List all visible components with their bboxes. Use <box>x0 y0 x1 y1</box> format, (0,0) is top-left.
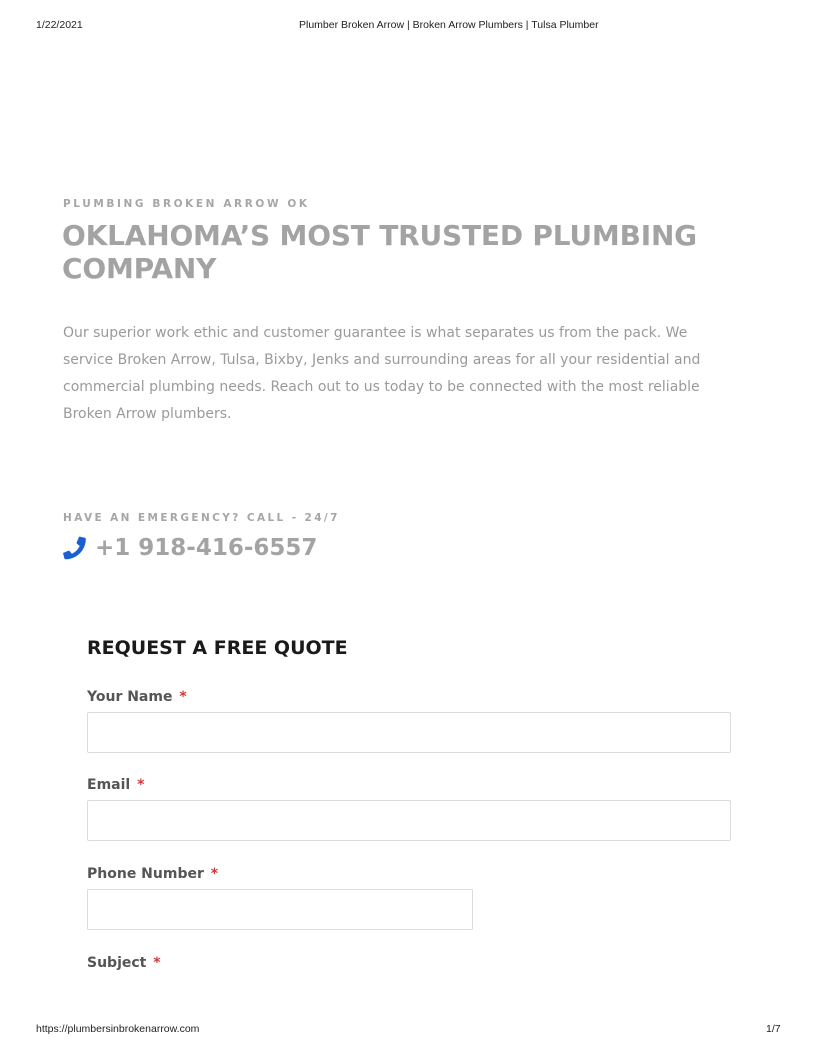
phone-label-text: Phone Number <box>87 866 204 882</box>
print-url: https://plumbersinbrokenarrow.com <box>36 1023 200 1035</box>
phone-icon <box>62 536 86 560</box>
emergency-label: HAVE AN EMERGENCY? CALL - 24/7 <box>63 512 340 524</box>
required-marker: * <box>137 777 145 793</box>
email-field-label: Email * <box>87 777 144 793</box>
hero-headline: OKLAHOMA’S MOST TRUSTED PLUMBING COMPANY <box>62 219 697 285</box>
phone-field-label: Phone Number * <box>87 866 218 882</box>
print-page-title: Plumber Broken Arrow | Broken Arrow Plum… <box>299 19 599 31</box>
emergency-phone-number[interactable]: +1 918-416-6557 <box>95 535 317 561</box>
subject-label-text: Subject <box>87 955 147 971</box>
required-marker: * <box>210 866 219 882</box>
phone-input[interactable] <box>87 889 473 930</box>
name-label-text: Your Name <box>87 689 173 705</box>
printed-page: 1/22/2021 Plumber Broken Arrow | Broken … <box>0 0 816 1056</box>
name-field-label: Your Name * <box>87 689 187 705</box>
print-page-number: 1/7 <box>766 1023 781 1035</box>
subject-field-label: Subject * <box>87 955 161 971</box>
hero-intro-text: Our superior work ethic and customer gua… <box>63 325 701 422</box>
required-marker: * <box>179 689 187 705</box>
hero-eyebrow: PLUMBING BROKEN ARROW OK <box>63 198 310 210</box>
required-marker: * <box>153 955 161 971</box>
email-label-text: Email <box>87 777 131 793</box>
email-input[interactable] <box>87 800 731 841</box>
name-input[interactable] <box>87 712 731 753</box>
quote-form-title: REQUEST A FREE QUOTE <box>87 637 348 659</box>
print-header: 1/22/2021 Plumber Broken Arrow | Broken … <box>0 19 816 33</box>
print-date: 1/22/2021 <box>36 19 83 31</box>
emergency-phone[interactable]: +1 918-416-6557 <box>62 531 317 565</box>
